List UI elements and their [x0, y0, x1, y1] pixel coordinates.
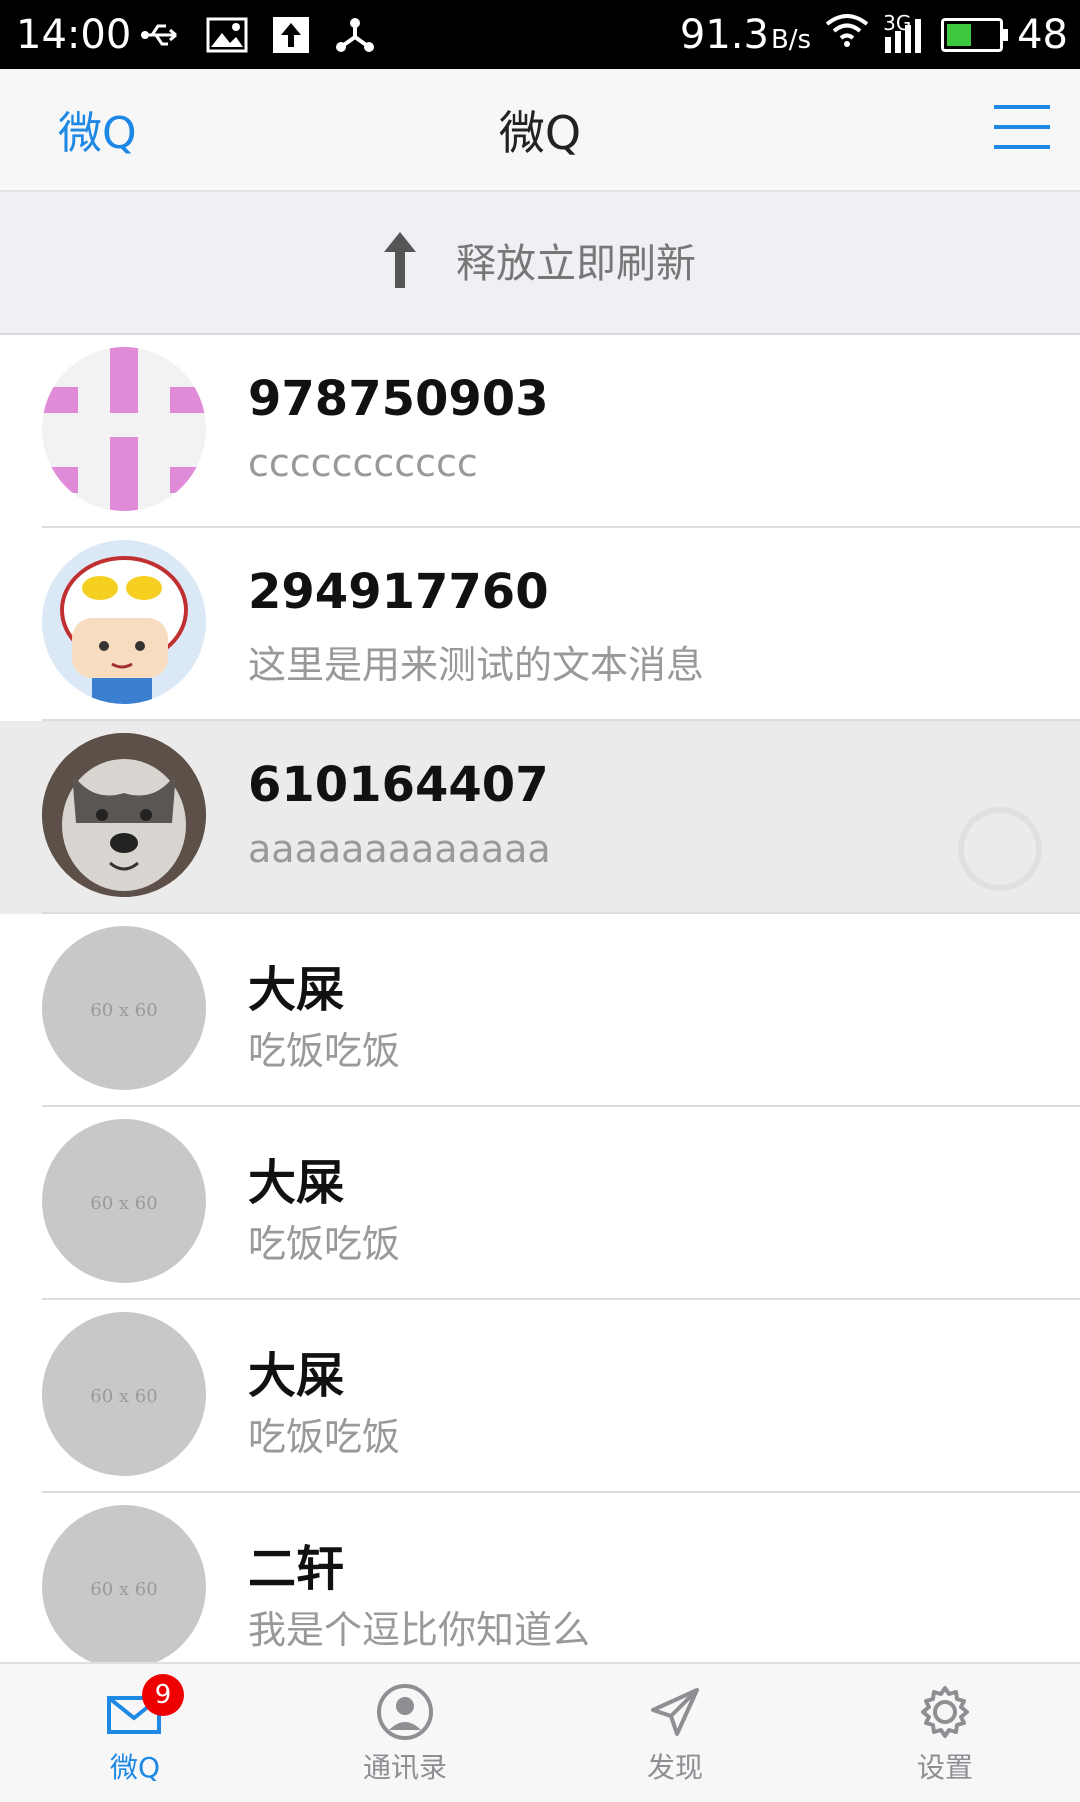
contact-name: 大屎	[248, 1155, 345, 1211]
contact-name: 大屎	[248, 1348, 345, 1404]
last-message: aaaaaaaaaaaaa	[248, 827, 551, 871]
avatar	[42, 540, 206, 704]
contact-name: 二轩	[248, 1541, 345, 1597]
tab-label: 发现	[646, 1751, 703, 1784]
pull-to-refresh: 释放立即刷新	[0, 192, 1080, 335]
usb-icon	[140, 12, 186, 58]
tab-contacts[interactable]: 通讯录	[270, 1664, 540, 1802]
conversation-list: 978750903 ccccccccccc 294917760 这里是用来测试的…	[0, 335, 1080, 1686]
status-time: 14:00	[16, 12, 132, 58]
last-message: 我是个逗比你知道么	[248, 1608, 591, 1652]
last-message: 吃饭吃饭	[248, 1029, 401, 1073]
status-bar: 14:00 91.3B/s 3G 48	[0, 0, 1080, 69]
refresh-label: 释放立即刷新	[456, 241, 696, 287]
tab-settings[interactable]: 设置	[810, 1664, 1080, 1802]
contact-name: 294917760	[248, 564, 549, 620]
conversation-row[interactable]: 60 x 60 二轩 我是个逗比你知道么	[0, 1493, 1080, 1686]
avatar: 60 x 60	[42, 926, 206, 1090]
contact-icon	[377, 1684, 433, 1740]
arrow-up-icon	[384, 232, 416, 288]
notification-icons	[140, 12, 378, 58]
conversation-row[interactable]: 978750903 ccccccccccc	[0, 335, 1080, 528]
conversation-row[interactable]: 610164407 aaaaaaaaaaaaa	[0, 721, 1080, 914]
tab-messages[interactable]: 9 微Q	[0, 1664, 270, 1802]
avatar	[42, 347, 206, 511]
send-icon	[651, 1688, 699, 1736]
wifi-icon	[825, 12, 869, 58]
conversation-row[interactable]: 60 x 60 大屎 吃饭吃饭	[0, 914, 1080, 1107]
tab-label: 设置	[916, 1751, 973, 1784]
network-speed: 91.3B/s	[679, 12, 812, 58]
app-header: 微Q 微Q	[0, 69, 1080, 192]
tab-label: 微Q	[109, 1751, 161, 1784]
battery-level: 48	[1017, 12, 1068, 58]
conversation-row[interactable]: 60 x 60 大屎 吃饭吃饭	[0, 1107, 1080, 1300]
bottom-tab-bar: 9 微Q 通讯录 发现 设置	[0, 1662, 1080, 1802]
contact-name: 610164407	[248, 757, 549, 813]
conversation-row[interactable]: 294917760 这里是用来测试的文本消息	[0, 528, 1080, 721]
page-title: 微Q	[498, 106, 582, 160]
status-right: 91.3B/s 3G 48	[679, 11, 1068, 58]
avatar: 60 x 60	[42, 1312, 206, 1476]
avatar: 60 x 60	[42, 1505, 206, 1669]
unread-badge: 9	[142, 1674, 184, 1716]
contact-name: 978750903	[248, 371, 549, 427]
avatar	[42, 733, 206, 897]
last-message: 吃饭吃饭	[248, 1222, 401, 1266]
contact-name: 大屎	[248, 962, 345, 1018]
last-message: 吃饭吃饭	[248, 1415, 401, 1459]
upload-icon	[268, 12, 314, 58]
image-icon	[204, 12, 250, 58]
share-icon	[332, 12, 378, 58]
last-message: 这里是用来测试的文本消息	[248, 643, 705, 687]
tab-discover[interactable]: 发现	[540, 1664, 810, 1802]
conversation-row[interactable]: 60 x 60 大屎 吃饭吃饭	[0, 1300, 1080, 1493]
menu-icon[interactable]	[994, 105, 1050, 151]
touch-indicator	[958, 807, 1042, 891]
tab-label: 通讯录	[362, 1751, 447, 1784]
gear-icon	[921, 1686, 969, 1738]
last-message: ccccccccccc	[248, 441, 478, 485]
signal-icon: 3G	[883, 11, 927, 55]
battery-icon	[941, 18, 1009, 52]
avatar: 60 x 60	[42, 1119, 206, 1283]
